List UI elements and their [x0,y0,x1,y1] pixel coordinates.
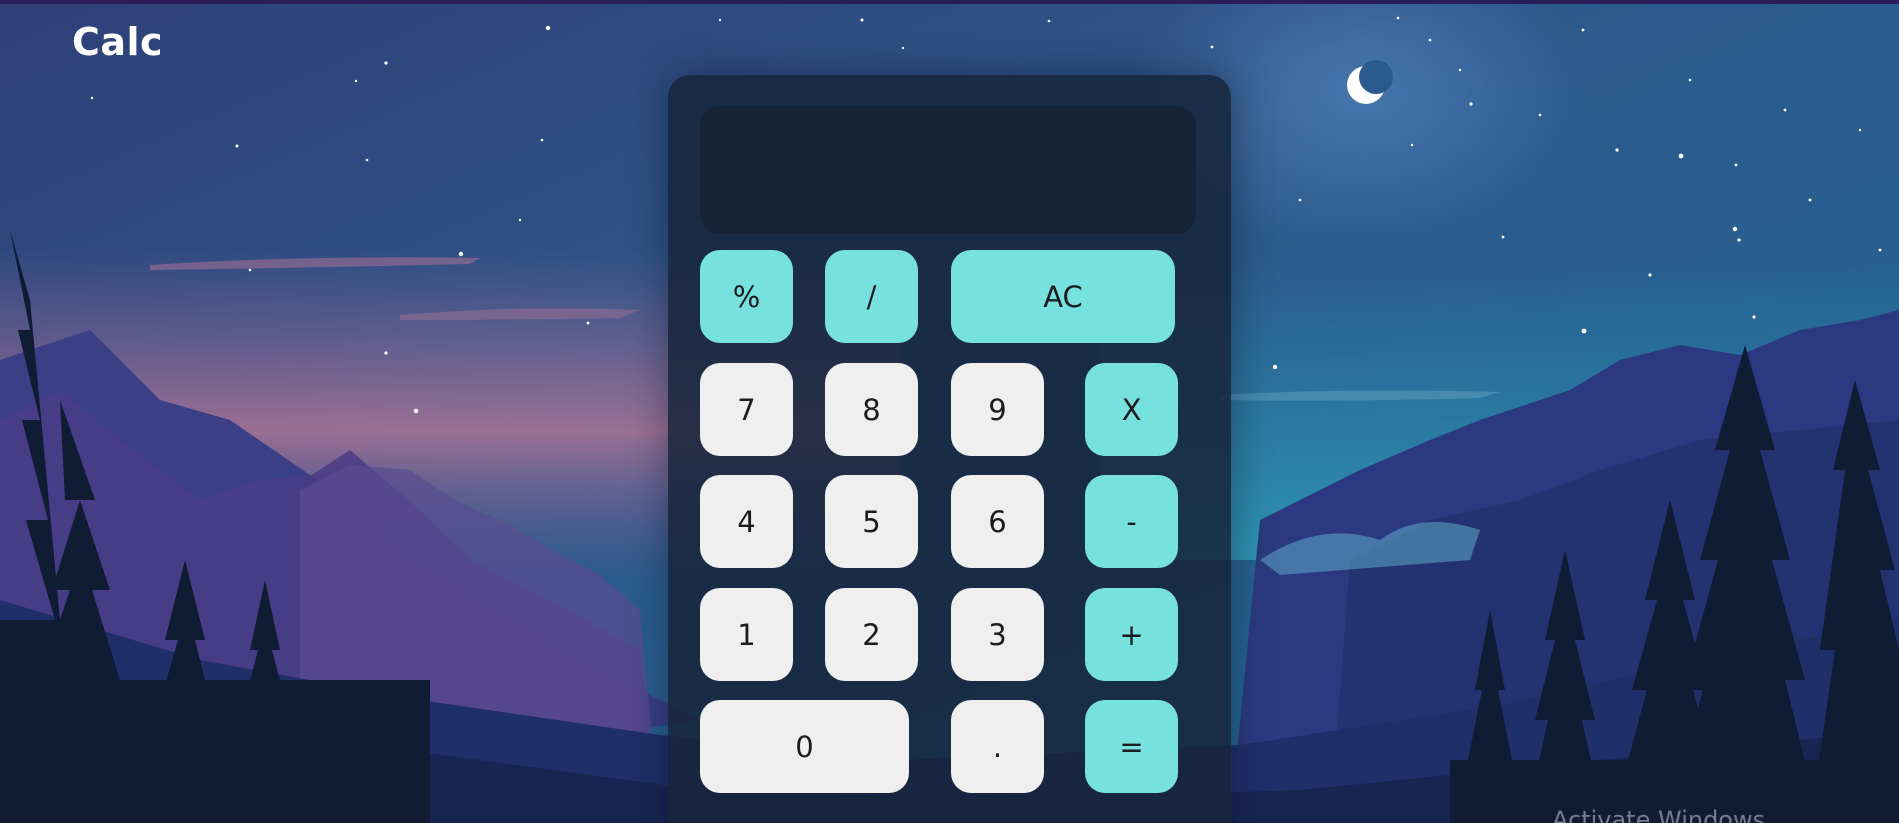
digit-8-button[interactable]: 8 [825,363,918,456]
add-button[interactable]: + [1085,588,1178,681]
activate-windows-watermark: Activate Windows [1552,806,1766,823]
all-clear-button[interactable]: AC [951,250,1175,343]
digit-7-button[interactable]: 7 [700,363,793,456]
calculator-panel: % / AC 7 8 9 X 4 5 6 - 1 2 3 + 0 . = [668,75,1231,823]
digit-4-button[interactable]: 4 [700,475,793,568]
digit-9-button[interactable]: 9 [951,363,1044,456]
digit-3-button[interactable]: 3 [951,588,1044,681]
calculator-display [700,106,1196,234]
digit-0-button[interactable]: 0 [700,700,909,793]
digit-2-button[interactable]: 2 [825,588,918,681]
digit-5-button[interactable]: 5 [825,475,918,568]
divide-button[interactable]: / [825,250,918,343]
app-brand-logo[interactable]: Calc [72,20,163,64]
multiply-button[interactable]: X [1085,363,1178,456]
equals-button[interactable]: = [1085,700,1178,793]
top-accent-bar [0,0,1899,4]
subtract-button[interactable]: - [1085,475,1178,568]
decimal-button[interactable]: . [951,700,1044,793]
digit-6-button[interactable]: 6 [951,475,1044,568]
digit-1-button[interactable]: 1 [700,588,793,681]
percent-button[interactable]: % [700,250,793,343]
